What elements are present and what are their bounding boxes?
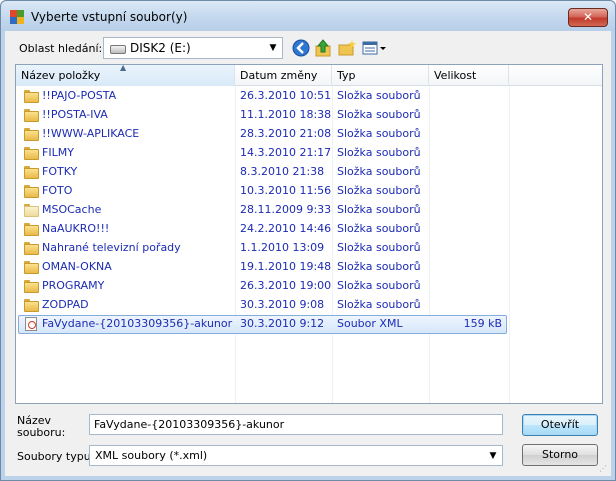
file-date: 10.3.2010 11:56 <box>240 184 332 197</box>
window-title: Vyberte vstupní soubor(y) <box>31 10 188 24</box>
folder-row[interactable]: !!POSTA-IVA 11.1.2010 18:38 Složka souborů <box>18 106 602 125</box>
folder-icon <box>24 184 39 198</box>
look-in-label: Oblast hledání: <box>19 42 103 55</box>
file-name: NaAUKRO!!! <box>42 222 110 235</box>
file-type: Složka souborů <box>337 165 421 178</box>
filetype-label: Soubory typu: <box>17 450 95 463</box>
folder-row[interactable]: PROGRAMY 26.3.2010 19:00 Složka souborů <box>18 277 602 296</box>
file-date: 1.1.2010 13:09 <box>240 241 325 254</box>
title-bar[interactable]: Vyberte vstupní soubor(y) ✕ <box>1 1 615 31</box>
folder-row[interactable]: !!WWW-APLIKACE 28.3.2010 21:08 Složka soub… <box>18 125 602 144</box>
open-file-dialog: Vyberte vstupní soubor(y) ✕ Oblast hledá… <box>0 0 616 481</box>
chevron-down-icon: ▼ <box>269 43 277 53</box>
column-header-date[interactable]: Datum změny <box>235 65 332 86</box>
look-in-dropdown[interactable]: DISK2 (E:) ▼ <box>103 37 283 59</box>
file-list[interactable]: ▲ Název položky Datum změny Typ Velikost… <box>15 64 603 404</box>
folder-icon <box>24 222 39 236</box>
file-type: Složka souborů <box>337 108 421 121</box>
file-date: 11.1.2010 18:38 <box>240 108 332 121</box>
file-date: 14.3.2010 21:17 <box>240 146 332 159</box>
file-date: 28.3.2010 21:08 <box>240 127 332 140</box>
file-type: Složka souborů <box>337 203 421 216</box>
app-icon <box>10 10 24 24</box>
folder-row[interactable]: FOTO 10.3.2010 11:56 Složka souborů <box>18 182 602 201</box>
view-menu-icon[interactable] <box>361 38 387 58</box>
column-header-size[interactable]: Velikost <box>429 65 509 86</box>
file-name: FaVydane-{20103309356}-akunor <box>42 317 233 330</box>
file-date: 24.2.2010 14:46 <box>240 222 332 235</box>
folder-icon <box>24 89 39 103</box>
dialog-body: Oblast hledání: DISK2 (E:) ▼ ▲ Název pol… <box>5 31 611 476</box>
folder-row[interactable]: !!PAJO-POSTA 26.3.2010 10:51 Složka soubor… <box>18 87 602 106</box>
file-type: Soubor XML <box>337 317 403 330</box>
file-name: FOTKY <box>42 165 78 178</box>
look-in-value: DISK2 (E:) <box>130 41 191 55</box>
file-type: Složka souborů <box>337 89 421 102</box>
file-name: FILMY <box>42 146 74 159</box>
folder-row[interactable]: MSOCache 28.11.2009 9:33 Složka souborů <box>18 201 602 220</box>
file-date: 8.3.2010 21:38 <box>240 165 325 178</box>
file-type: Složka souborů <box>337 260 421 273</box>
cancel-button[interactable]: Storno <box>522 444 598 466</box>
file-name: !!WWW-APLIKACE <box>42 127 140 140</box>
folder-icon <box>24 260 39 274</box>
file-name: PROGRAMY <box>42 279 105 292</box>
file-date: 30.3.2010 9:12 <box>240 317 325 330</box>
file-date: 30.3.2010 9:08 <box>240 298 325 311</box>
folder-row[interactable]: FILMY 14.3.2010 21:17 Složka souborů <box>18 144 602 163</box>
file-name: MSOCache <box>42 203 102 216</box>
chevron-down-icon: ▼ <box>489 451 497 461</box>
file-type: Složka souborů <box>337 222 421 235</box>
file-list-header: ▲ Název položky Datum změny Typ Velikost <box>16 65 602 86</box>
folder-row[interactable]: NaAUKRO!!! 24.2.2010 14:46 Složka souborů <box>18 220 602 239</box>
file-type: Složka souborů <box>337 279 421 292</box>
file-type: Složka souborů <box>337 241 421 254</box>
file-name: Nahrané televizní pořady <box>42 241 181 254</box>
folder-icon <box>24 146 39 160</box>
file-date: 19.1.2010 19:48 <box>240 260 332 273</box>
filetype-value: XML soubory (*.xml) <box>95 449 208 462</box>
folder-row[interactable]: FOTKY 8.3.2010 21:38 Složka souborů <box>18 163 602 182</box>
back-icon[interactable] <box>291 38 311 58</box>
close-icon: ✕ <box>582 10 594 24</box>
file-type: Složka souborů <box>337 184 421 197</box>
column-header-type[interactable]: Typ <box>332 65 429 86</box>
folder-row[interactable]: OMAN-OKNA 19.1.2010 19:48 Složka souborů <box>18 258 602 277</box>
file-name: !!POSTA-IVA <box>42 108 108 121</box>
filename-input[interactable]: FaVydane-{20103309356}-akunor <box>89 414 503 435</box>
file-size: 159 kB <box>463 317 502 330</box>
filetype-dropdown[interactable]: XML soubory (*.xml) ▼ <box>89 445 503 466</box>
folder-row[interactable]: Nahrané televizní pořady 1.1.2010 13:09 Sl… <box>18 239 602 258</box>
open-button[interactable]: Otevřít <box>522 414 598 436</box>
folder-icon <box>24 279 39 293</box>
folder-row[interactable]: ZODPAD 30.3.2010 9:08 Složka souborů <box>18 296 602 315</box>
file-row[interactable]: FaVydane-{20103309356}-akunor 30.3.2010 9… <box>18 315 602 334</box>
file-name: !!PAJO-POSTA <box>42 89 117 102</box>
resize-grip-icon[interactable]: ⋰ <box>599 464 609 474</box>
file-type: Složka souborů <box>337 298 421 311</box>
file-type: Složka souborů <box>337 127 421 140</box>
file-type: Složka souborů <box>337 146 421 159</box>
sort-ascending-icon: ▲ <box>120 64 127 72</box>
filename-label: Název souboru: <box>17 414 66 439</box>
close-button[interactable]: ✕ <box>568 8 608 27</box>
folder-icon <box>24 127 39 141</box>
file-name: FOTO <box>42 184 73 197</box>
drive-icon <box>110 45 126 54</box>
column-header-name[interactable]: ▲ Název položky <box>16 65 235 86</box>
file-name: OMAN-OKNA <box>42 260 112 273</box>
xml-file-icon <box>24 317 39 331</box>
folder-icon <box>24 108 39 122</box>
file-date: 28.11.2009 9:33 <box>240 203 332 216</box>
folder-icon <box>24 165 39 179</box>
folder-icon <box>24 298 39 312</box>
file-date: 26.3.2010 19:00 <box>240 279 332 292</box>
new-folder-icon[interactable] <box>337 38 357 58</box>
file-date: 26.3.2010 10:51 <box>240 89 332 102</box>
folder-icon <box>24 241 39 255</box>
folder-icon <box>24 203 39 217</box>
file-name: ZODPAD <box>42 298 89 311</box>
up-folder-icon[interactable] <box>313 38 333 58</box>
